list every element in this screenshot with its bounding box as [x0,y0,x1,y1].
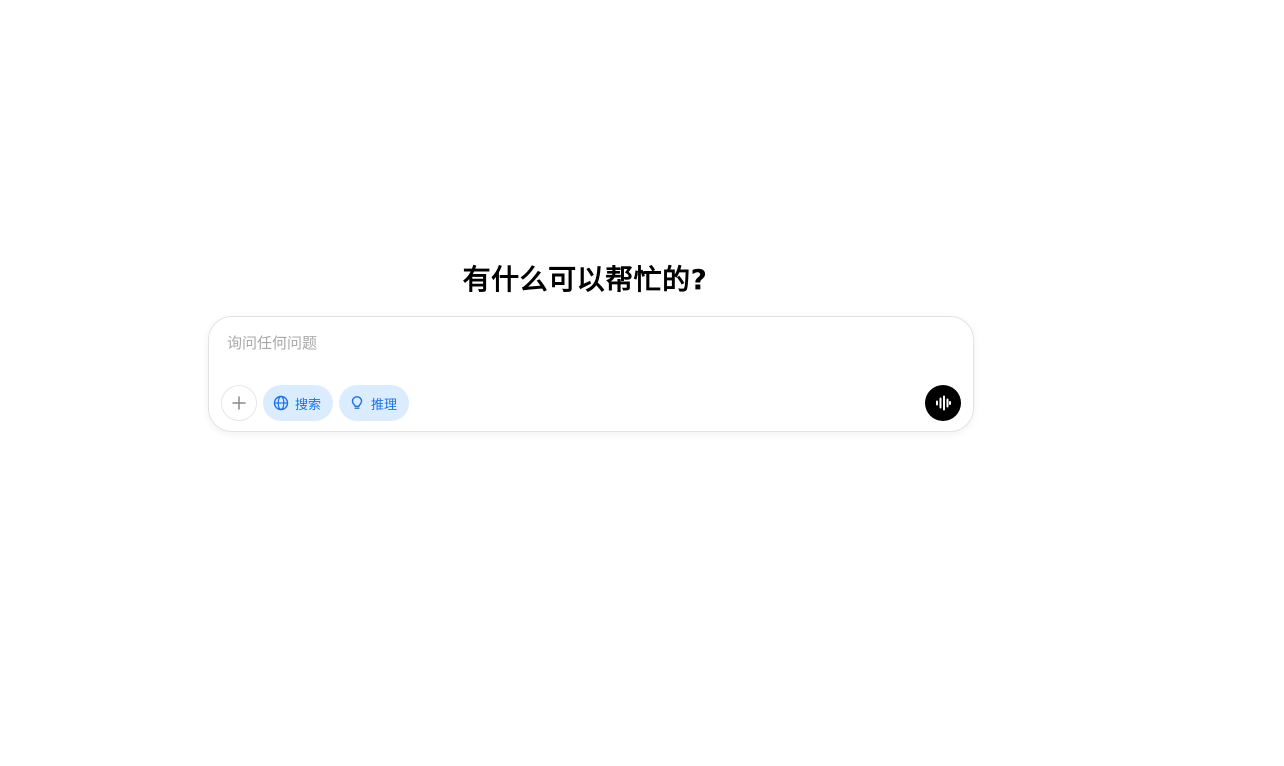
reasoning-toggle-button[interactable]: 推理 [339,385,410,421]
search-toggle-button[interactable]: 搜索 [263,385,334,421]
plus-icon [232,396,246,410]
globe-icon [273,395,289,411]
page-title: 有什么可以帮忙的? [462,263,708,296]
attach-button[interactable] [221,385,257,421]
search-toggle-label: 搜索 [295,397,322,413]
voice-waveform-icon [936,395,951,411]
composer-toolbar: 搜索 推理 [221,385,410,421]
lightbulb-icon [351,396,363,409]
reasoning-toggle-label: 推理 [371,397,398,413]
prompt-input[interactable] [225,329,929,357]
chat-composer: 搜索 推理 [208,316,974,432]
page: 有什么可以帮忙的? 搜索 [0,0,1284,766]
voice-mode-button[interactable] [925,385,961,421]
